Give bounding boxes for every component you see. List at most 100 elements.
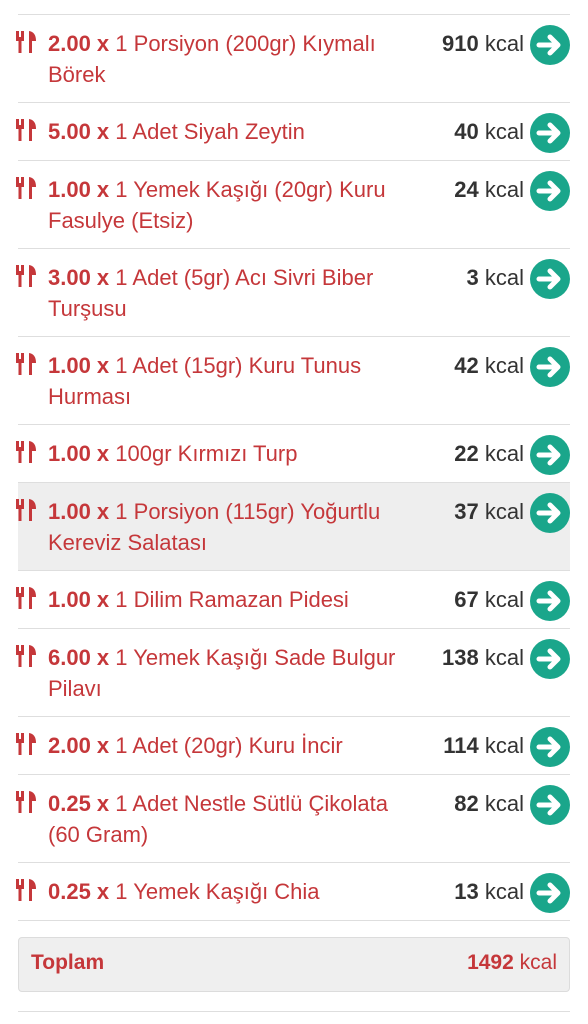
calorie-unit: kcal — [484, 31, 524, 56]
list-item[interactable]: 0.25 x 1 Adet Nestle Sütlü Çikolata (60 … — [16, 775, 570, 863]
item-qty: 1.00 x — [48, 499, 110, 524]
calorie-unit: kcal — [484, 265, 524, 290]
item-calories: 82 kcal — [454, 788, 524, 819]
fork-knife-icon — [16, 791, 36, 813]
arrow-right-icon[interactable] — [530, 873, 570, 913]
list-item[interactable]: 0.25 x 1 Yemek Kaşığı Chia 13 kcal — [16, 863, 570, 921]
item-text: 1.00 x 1 Porsiyon (115gr) Yoğurtlu Kerev… — [48, 496, 418, 558]
item-text: 1.00 x 1 Adet (15gr) Kuru Tunus Hurması — [48, 350, 418, 412]
item-calories: 40 kcal — [454, 116, 524, 147]
list-item[interactable]: 1.00 x 1 Porsiyon (115gr) Yoğurtlu Kerev… — [16, 483, 570, 571]
calorie-value: 40 — [454, 119, 479, 144]
arrow-right-icon[interactable] — [530, 639, 570, 679]
item-calories: 24 kcal — [454, 174, 524, 205]
item-qty: 1.00 x — [48, 441, 110, 466]
food-log-screen: 2.00 x 1 Porsiyon (200gr) Kıymalı Börek … — [0, 0, 588, 1024]
item-qty: 1.00 x — [48, 177, 110, 202]
calorie-unit: kcal — [484, 645, 524, 670]
item-qty: 0.25 x — [48, 791, 110, 816]
calorie-unit: kcal — [484, 441, 524, 466]
total-unit: kcal — [519, 951, 557, 974]
list-item[interactable]: 2.00 x 1 Porsiyon (200gr) Kıymalı Börek … — [16, 15, 570, 103]
total-row: Toplam 1492 kcal — [18, 937, 570, 992]
fork-knife-icon — [16, 441, 36, 463]
arrow-right-icon[interactable] — [530, 347, 570, 387]
fork-knife-icon — [16, 31, 36, 53]
list-item[interactable]: 1.00 x 100gr Kırmızı Turp 22 kcal — [16, 425, 570, 483]
item-text: 0.25 x 1 Yemek Kaşığı Chia — [48, 876, 418, 907]
item-calories: 13 kcal — [454, 876, 524, 907]
total-value: 1492 — [467, 951, 514, 974]
list-item[interactable]: 3.00 x 1 Adet (5gr) Acı Sivri Biber Turş… — [16, 249, 570, 337]
item-text: 2.00 x 1 Porsiyon (200gr) Kıymalı Börek — [48, 28, 418, 90]
arrow-right-icon[interactable] — [530, 171, 570, 211]
list-item[interactable]: 5.00 x 1 Adet Siyah Zeytin 40 kcal — [16, 103, 570, 161]
item-desc: 1 Dilim Ramazan Pidesi — [115, 587, 349, 612]
item-calories: 138 kcal — [442, 642, 524, 673]
item-text: 1.00 x 1 Dilim Ramazan Pidesi — [48, 584, 418, 615]
arrow-right-icon[interactable] — [530, 435, 570, 475]
item-qty: 2.00 x — [48, 733, 110, 758]
calorie-unit: kcal — [484, 177, 524, 202]
fork-knife-icon — [16, 499, 36, 521]
total-label: Toplam — [31, 951, 105, 974]
arrow-right-icon[interactable] — [530, 785, 570, 825]
arrow-right-icon[interactable] — [530, 25, 570, 65]
calorie-unit: kcal — [484, 733, 524, 758]
calorie-value: 114 — [443, 733, 479, 758]
calorie-unit: kcal — [484, 499, 524, 524]
item-qty: 5.00 x — [48, 119, 110, 144]
fork-knife-icon — [16, 353, 36, 375]
fork-knife-icon — [16, 879, 36, 901]
item-calories: 22 kcal — [454, 438, 524, 469]
calorie-value: 3 — [466, 265, 479, 290]
calorie-unit: kcal — [484, 587, 524, 612]
item-qty: 3.00 x — [48, 265, 110, 290]
calorie-value: 22 — [454, 441, 479, 466]
fork-knife-icon — [16, 119, 36, 141]
calorie-unit: kcal — [484, 119, 524, 144]
list-item[interactable]: 1.00 x 1 Dilim Ramazan Pidesi 67 kcal — [16, 571, 570, 629]
item-calories: 910 kcal — [442, 28, 524, 59]
arrow-right-icon[interactable] — [530, 493, 570, 533]
calorie-value: 910 — [442, 31, 479, 56]
fork-knife-icon — [16, 265, 36, 287]
item-calories: 3 kcal — [467, 262, 525, 293]
item-qty: 1.00 x — [48, 353, 110, 378]
item-text: 1.00 x 1 Yemek Kaşığı (20gr) Kuru Fasuly… — [48, 174, 418, 236]
calorie-value: 138 — [442, 645, 479, 670]
item-text: 2.00 x 1 Adet (20gr) Kuru İncir — [48, 730, 418, 761]
item-text: 0.25 x 1 Adet Nestle Sütlü Çikolata (60 … — [48, 788, 418, 850]
item-desc: 1 Adet Siyah Zeytin — [115, 119, 305, 144]
calorie-unit: kcal — [484, 791, 524, 816]
item-text: 1.00 x 100gr Kırmızı Turp — [48, 438, 418, 469]
item-calories: 114 kcal — [443, 730, 524, 761]
arrow-right-icon[interactable] — [530, 727, 570, 767]
item-calories: 67 kcal — [454, 584, 524, 615]
item-text: 6.00 x 1 Yemek Kaşığı Sade Bulgur Pilavı — [48, 642, 418, 704]
fork-knife-icon — [16, 645, 36, 667]
item-text: 5.00 x 1 Adet Siyah Zeytin — [48, 116, 418, 147]
arrow-right-icon[interactable] — [530, 113, 570, 153]
calorie-unit: kcal — [484, 353, 524, 378]
list-item[interactable]: 2.00 x 1 Adet (20gr) Kuru İncir 114 kcal — [16, 717, 570, 775]
list-item[interactable]: 1.00 x 1 Yemek Kaşığı (20gr) Kuru Fasuly… — [16, 161, 570, 249]
list-item[interactable]: 1.00 x 1 Adet (15gr) Kuru Tunus Hurması … — [16, 337, 570, 425]
arrow-right-icon[interactable] — [530, 581, 570, 621]
item-qty: 0.25 x — [48, 879, 110, 904]
item-desc: 1 Adet (20gr) Kuru İncir — [115, 733, 343, 758]
divider — [18, 1011, 570, 1012]
item-qty: 1.00 x — [48, 587, 110, 612]
item-desc: 1 Yemek Kaşığı Chia — [115, 879, 320, 904]
fork-knife-icon — [16, 587, 36, 609]
item-qty: 2.00 x — [48, 31, 110, 56]
calorie-value: 67 — [454, 587, 479, 612]
calorie-value: 42 — [454, 353, 479, 378]
calorie-unit: kcal — [484, 879, 524, 904]
calorie-value: 24 — [454, 177, 479, 202]
item-calories: 42 kcal — [454, 350, 524, 381]
list-item[interactable]: 6.00 x 1 Yemek Kaşığı Sade Bulgur Pilavı… — [16, 629, 570, 717]
calorie-value: 82 — [454, 791, 479, 816]
calorie-value: 13 — [454, 879, 479, 904]
arrow-right-icon[interactable] — [530, 259, 570, 299]
